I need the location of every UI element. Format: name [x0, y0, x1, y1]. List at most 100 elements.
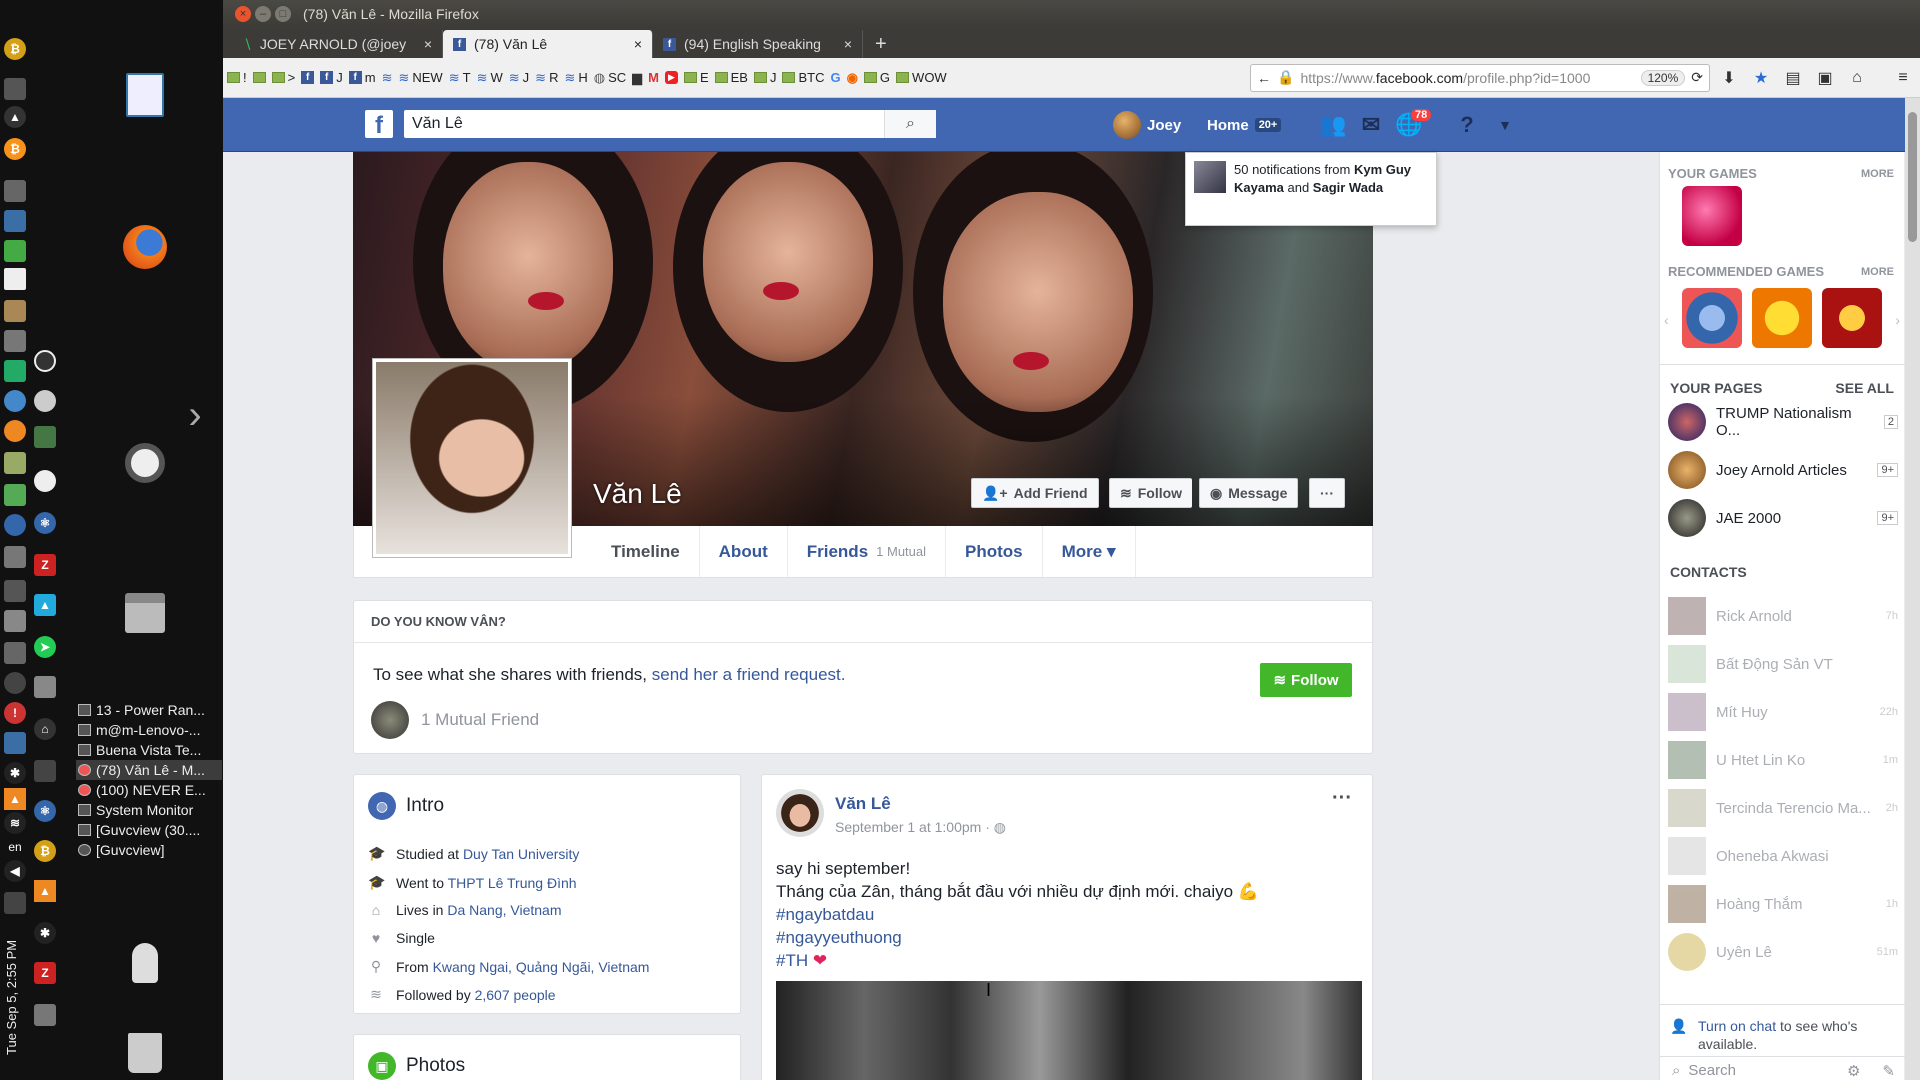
app-icon[interactable]: ₿ — [34, 840, 56, 862]
bookmark[interactable]: ≋ T — [449, 70, 471, 86]
turn-on-chat-link[interactable]: Turn on chat — [1698, 1018, 1776, 1034]
battery-icon[interactable] — [4, 892, 26, 914]
notification-popup[interactable]: 50 notifications from Kym Guy Kayama and… — [1185, 152, 1437, 226]
chevron-left-icon[interactable]: ‹ — [1664, 312, 1669, 328]
atom-icon[interactable]: ⚛ — [34, 800, 56, 822]
app-icon[interactable] — [4, 240, 26, 262]
vlc-icon[interactable]: ▲ — [34, 880, 56, 902]
bookmark[interactable]: BTC — [782, 70, 824, 85]
notifications-icon[interactable]: 🌐 78 — [1394, 108, 1433, 140]
bingo-icon[interactable] — [1752, 288, 1812, 348]
app-icon[interactable]: ▲ — [4, 788, 26, 810]
tab-photos[interactable]: Photos — [946, 526, 1043, 577]
bookmark[interactable]: ≋ NEW — [398, 70, 442, 86]
bookmark[interactable]: M — [648, 70, 659, 85]
home-icon[interactable]: ⌂ — [1844, 65, 1870, 91]
close-window-icon[interactable]: × — [235, 6, 251, 22]
close-tab-icon[interactable]: × — [424, 36, 432, 52]
bookmark[interactable]: E — [683, 70, 709, 85]
search-icon[interactable]: ⌕ — [884, 110, 936, 138]
window-list-item[interactable]: System Monitor — [76, 800, 222, 820]
contact-item[interactable]: Bất Động Sản VT — [1668, 644, 1898, 684]
zoom-level[interactable]: 120% — [1640, 69, 1686, 86]
message-button[interactable]: ◉ Message — [1199, 478, 1299, 508]
bookmark[interactable]: WOW — [896, 70, 947, 85]
filezilla-icon[interactable]: Z — [34, 962, 56, 984]
post-timestamp[interactable]: September 1 at 1:00pm · ◍ — [835, 819, 1006, 836]
post-options-icon[interactable]: ··· — [1332, 787, 1352, 810]
files-icon[interactable] — [120, 588, 170, 638]
youtube-icon[interactable]: ▣ — [1812, 65, 1838, 91]
tab-van-le[interactable]: f (78) Văn Lê × — [443, 30, 653, 58]
slots-icon[interactable] — [1822, 288, 1882, 348]
messenger-icon[interactable]: ✉ — [1356, 110, 1386, 140]
app-icon[interactable] — [4, 610, 26, 632]
post-author-avatar[interactable] — [776, 789, 824, 837]
bookmark[interactable]: ▆ — [632, 70, 642, 86]
intro-link[interactable]: 2,607 people — [475, 987, 556, 1003]
facebook-search-input[interactable]: Văn Lê ⌕ — [404, 110, 936, 138]
app-icon[interactable] — [34, 760, 56, 782]
app-icon[interactable]: ₿ — [4, 38, 26, 60]
post-author-name[interactable]: Văn Lê — [835, 794, 891, 814]
intro-link[interactable]: Kwang Ngai, Quảng Ngãi, Vietnam — [433, 959, 650, 975]
photos-title[interactable]: ▣ Photos — [368, 1052, 465, 1080]
contact-item[interactable]: Oheneba Akwasi — [1668, 836, 1898, 876]
system-clock[interactable]: Tue Sep 5, 2:55 PM — [4, 915, 24, 1055]
app-icon[interactable] — [4, 452, 26, 474]
telegram-icon[interactable]: ➤ — [34, 636, 56, 658]
intro-link[interactable]: Da Nang, Vietnam — [447, 902, 561, 918]
volume-icon[interactable]: ◀ — [4, 860, 26, 882]
app-icon[interactable] — [4, 484, 26, 506]
url-bar[interactable]: ← 🔒 https://www.facebook.com/profile.php… — [1250, 63, 1710, 92]
app-icon[interactable] — [4, 546, 26, 568]
reading-list-icon[interactable]: ▤ — [1780, 65, 1806, 91]
contact-item[interactable]: Rick Arnold 7h — [1668, 596, 1898, 636]
bookmark[interactable] — [252, 72, 266, 83]
app-icon[interactable] — [4, 514, 26, 536]
bookmark[interactable]: fm — [348, 70, 376, 85]
app-icon[interactable]: ▲ — [34, 594, 56, 616]
bookmark[interactable]: G — [830, 70, 840, 85]
ubuntu-settings-icon[interactable] — [120, 438, 170, 488]
bookmark[interactable]: ◉ — [847, 70, 858, 86]
app-icon[interactable] — [34, 470, 56, 492]
bookmark[interactable]: > — [271, 70, 295, 85]
bookmark[interactable]: fJ — [320, 70, 343, 85]
bookmark[interactable]: ◍ SC — [594, 70, 626, 86]
add-friend-button[interactable]: 👤+ Add Friend — [971, 478, 1099, 508]
hashtag-link[interactable]: #ngaybatdau — [776, 903, 1259, 926]
app-icon[interactable] — [4, 180, 26, 202]
chevron-right-icon[interactable]: › — [1895, 312, 1900, 328]
page-item[interactable]: Joey Arnold Articles 9+ — [1668, 450, 1898, 490]
app-icon[interactable] — [4, 268, 26, 290]
app-icon[interactable] — [34, 676, 56, 698]
bookmark[interactable]: ▶ — [665, 71, 678, 84]
url-text[interactable]: https://www.facebook.com/profile.php?id=… — [1300, 70, 1634, 86]
tab-more[interactable]: More ▾ — [1043, 526, 1136, 577]
tab-about[interactable]: About — [700, 526, 788, 577]
app-icon[interactable] — [4, 672, 26, 694]
mutual-friend-row[interactable]: 1 Mutual Friend — [371, 701, 539, 739]
intro-link[interactable]: THPT Lê Trung Đình — [448, 875, 577, 891]
games-more-link[interactable]: MORE — [1861, 168, 1894, 180]
window-list-item[interactable]: Buena Vista Te... — [76, 740, 222, 760]
contact-item[interactable]: Hoàng Thắm 1h — [1668, 884, 1898, 924]
contact-item[interactable]: Uyên Lê 51m — [1668, 932, 1898, 972]
text-editor-icon[interactable] — [120, 70, 170, 120]
contact-item[interactable]: U Htet Lin Ko 1m — [1668, 740, 1898, 780]
chat-search-input[interactable]: ⌕ Search ⚙ ✎ — [1660, 1056, 1905, 1080]
keyboard-language[interactable]: en — [4, 836, 26, 858]
window-list-item[interactable]: [Guvcview] — [76, 840, 222, 860]
home-link[interactable]: Home 20+ — [1207, 98, 1282, 152]
chevron-down-icon[interactable]: ▼ — [1490, 110, 1520, 140]
game-icon[interactable] — [1682, 288, 1742, 348]
bookmark[interactable]: ≋ J — [509, 70, 529, 86]
app-icon[interactable] — [4, 580, 26, 602]
window-list-item[interactable]: 13 - Power Ran... — [76, 700, 222, 720]
bookmark[interactable]: J — [753, 70, 776, 85]
close-tab-icon[interactable]: × — [844, 36, 852, 52]
gear-icon[interactable]: ⚙ — [1847, 1062, 1860, 1080]
page-item[interactable]: JAE 2000 9+ — [1668, 498, 1898, 538]
bookmark-star-icon[interactable]: ★ — [1748, 65, 1774, 91]
